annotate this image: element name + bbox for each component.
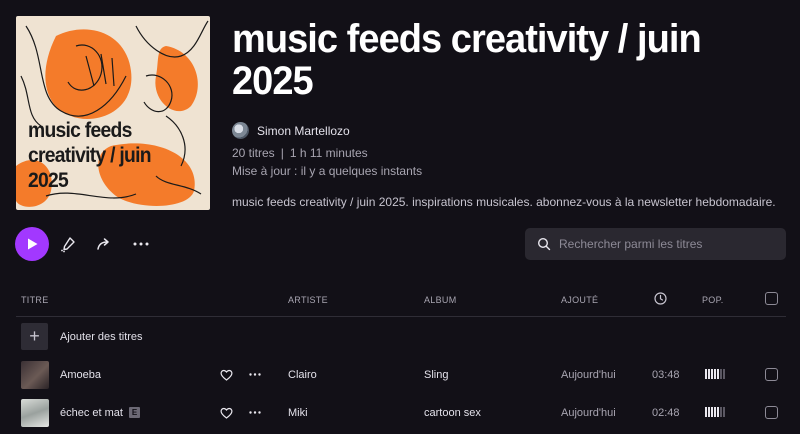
popularity-meter (705, 369, 725, 379)
row-checkbox[interactable] (765, 406, 778, 419)
more-icon (133, 242, 149, 246)
cover-title: music feeds creativity / juin 2025 (28, 119, 152, 192)
heart-icon[interactable] (220, 369, 233, 381)
track-artist[interactable]: Clairo (288, 369, 317, 381)
edit-icon (61, 237, 75, 253)
track-added: Aujourd'hui (561, 407, 616, 419)
track-artwork (21, 361, 49, 389)
playlist-owner[interactable]: Simon Martellozo (232, 122, 350, 139)
track-album[interactable]: Sling (424, 369, 448, 381)
track-album[interactable]: cartoon sex (424, 407, 481, 419)
play-button[interactable] (15, 227, 49, 261)
column-added[interactable]: AJOUTÉ (561, 295, 598, 305)
playlist-cover[interactable]: music feeds creativity / juin 2025 (16, 16, 210, 210)
table-row[interactable]: Amoeba Clairo Sling Aujourd'hui 03:48 (16, 356, 786, 394)
meta-separator: | (280, 146, 284, 160)
heart-icon[interactable] (220, 407, 233, 419)
add-icon[interactable]: + (21, 323, 48, 350)
search-icon (537, 237, 551, 251)
add-tracks-label[interactable]: Ajouter des titres (60, 331, 143, 343)
track-title-cell[interactable]: échec et mat E (60, 407, 140, 419)
share-icon (97, 238, 109, 250)
row-checkbox[interactable] (765, 368, 778, 381)
more-icon[interactable] (249, 373, 261, 376)
clock-icon[interactable] (654, 292, 667, 305)
column-title[interactable]: TITRE (21, 295, 49, 305)
more-icon[interactable] (249, 411, 261, 414)
add-tracks-row[interactable]: + Ajouter des titres (16, 318, 786, 356)
owner-name[interactable]: Simon Martellozo (257, 124, 350, 138)
playlist-title: music feeds creativity / juin 2025 (232, 17, 702, 103)
last-updated: Mise à jour : il y a quelques instants (232, 164, 423, 178)
track-title[interactable]: échec et mat (60, 407, 123, 419)
play-icon (28, 238, 38, 250)
edit-button[interactable] (56, 232, 80, 256)
tracklist-header: TITRE ARTISTE ALBUM AJOUTÉ POP. (16, 286, 786, 317)
track-duration: 02:48 (652, 407, 680, 419)
track-search[interactable] (525, 228, 786, 260)
select-all-checkbox[interactable] (765, 292, 778, 305)
total-duration: 1 h 11 minutes (289, 146, 368, 160)
table-row[interactable]: échec et mat E Miki cartoon sex Aujourd'h… (16, 394, 786, 432)
track-artist[interactable]: Miki (288, 407, 308, 419)
track-duration: 03:48 (652, 369, 680, 381)
share-button[interactable] (92, 232, 116, 256)
track-count: 20 titres (232, 146, 275, 160)
popularity-meter (705, 407, 725, 417)
column-artist[interactable]: ARTISTE (288, 295, 328, 305)
avatar[interactable] (232, 122, 249, 139)
search-input[interactable] (559, 237, 779, 251)
explicit-badge: E (128, 407, 140, 418)
column-popularity[interactable]: POP. (702, 295, 724, 305)
playlist-meta: 20 titres | 1 h 11 minutes (232, 146, 368, 160)
track-artwork (21, 399, 49, 427)
track-added: Aujourd'hui (561, 369, 616, 381)
track-title[interactable]: Amoeba (60, 369, 101, 381)
column-album[interactable]: ALBUM (424, 295, 457, 305)
more-options-button[interactable] (129, 232, 153, 256)
playlist-description: music feeds creativity / juin 2025. insp… (232, 195, 776, 209)
